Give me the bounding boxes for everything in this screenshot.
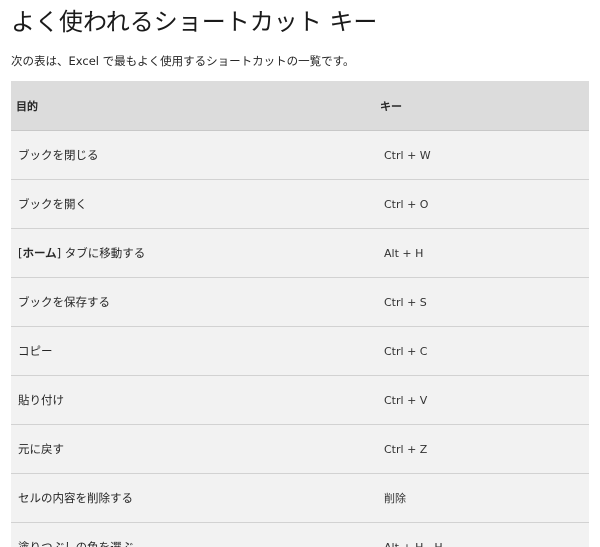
table-row: ブックを保存する Ctrl + S <box>11 277 589 327</box>
table-body: ブックを閉じる Ctrl + W ブックを開く Ctrl + O [ホーム] タ… <box>11 130 589 547</box>
table-row: [ホーム] タブに移動する Alt + H <box>11 228 589 278</box>
table-row: コピー Ctrl + C <box>11 326 589 376</box>
header-purpose: 目的 <box>11 81 373 131</box>
purpose-cell: ブックを開く <box>11 179 373 229</box>
table-header: 目的 キー <box>11 81 589 131</box>
table-row: 貼り付け Ctrl + V <box>11 375 589 425</box>
purpose-cell: [ホーム] タブに移動する <box>11 228 373 278</box>
purpose-suffix: ] タブに移動する <box>56 246 146 260</box>
shortcut-table-container: 目的 キー ブックを閉じる Ctrl + W ブックを開く Ctrl + O [… <box>11 81 589 547</box>
page-title: よく使われるショートカット キー <box>11 8 378 36</box>
table-row: 塗りつぶしの色を選ぶ Alt + H、H <box>11 522 589 547</box>
purpose-cell: コピー <box>11 326 373 376</box>
key-cell: Ctrl + C <box>373 326 589 376</box>
shortcut-table: 目的 キー ブックを閉じる Ctrl + W ブックを開く Ctrl + O [… <box>11 81 589 547</box>
purpose-cell: ブックを閉じる <box>11 130 373 180</box>
key-cell: Ctrl + S <box>373 277 589 327</box>
table-row: ブックを閉じる Ctrl + W <box>11 130 589 180</box>
table-row: 元に戻す Ctrl + Z <box>11 424 589 474</box>
table-row: ブックを開く Ctrl + O <box>11 179 589 229</box>
purpose-cell: 塗りつぶしの色を選ぶ <box>11 522 373 547</box>
purpose-cell: 貼り付け <box>11 375 373 425</box>
key-cell: Alt + H、H <box>373 522 589 547</box>
key-cell: Alt + H <box>373 228 589 278</box>
intro-text: 次の表は、Excel で最もよく使用するショートカットの一覧です。 <box>11 54 355 68</box>
header-key: キー <box>373 81 589 131</box>
table-row: セルの内容を削除する 削除 <box>11 473 589 523</box>
purpose-cell: ブックを保存する <box>11 277 373 327</box>
key-cell: Ctrl + O <box>373 179 589 229</box>
key-cell: Ctrl + Z <box>373 424 589 474</box>
header-row: 目的 キー <box>11 81 589 131</box>
purpose-cell: 元に戻す <box>11 424 373 474</box>
key-cell: 削除 <box>373 473 589 523</box>
key-cell: Ctrl + V <box>373 375 589 425</box>
purpose-cell: セルの内容を削除する <box>11 473 373 523</box>
key-cell: Ctrl + W <box>373 130 589 180</box>
home-tab-name: ホーム <box>22 246 57 260</box>
